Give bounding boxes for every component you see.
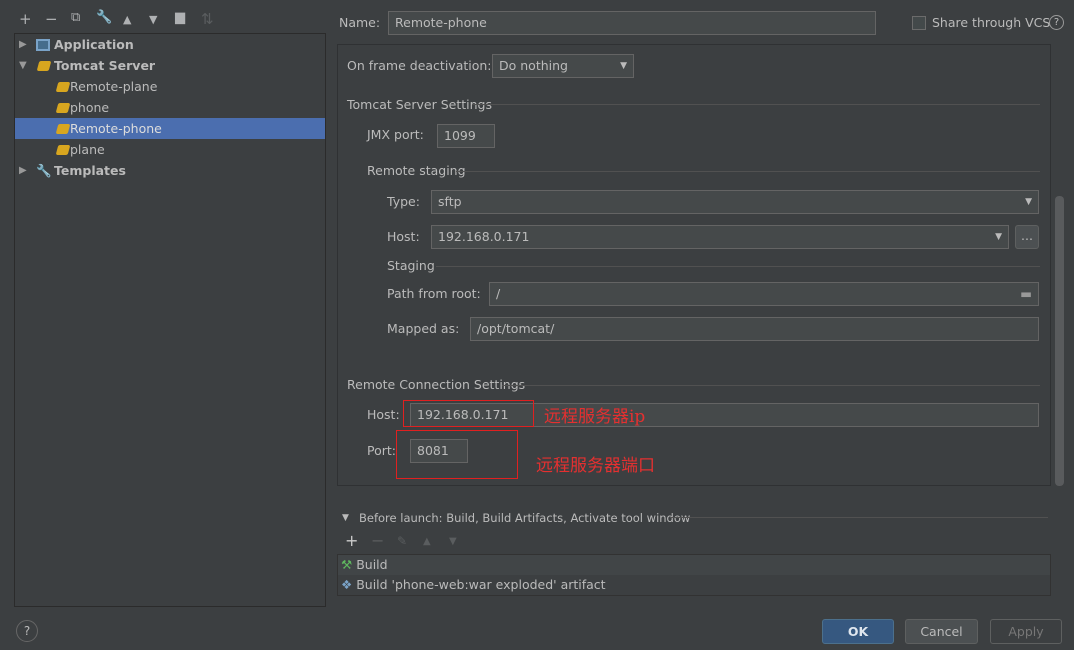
move-up-icon[interactable]: ▲ — [123, 13, 131, 26]
section-title: Remote staging — [367, 163, 466, 178]
cancel-button[interactable]: Cancel — [905, 619, 978, 644]
new-folder-icon[interactable]: ▆ — [175, 10, 185, 25]
section-title: Tomcat Server Settings — [347, 97, 492, 112]
tomcat-icon — [55, 82, 71, 92]
remove-icon[interactable]: − — [45, 10, 58, 28]
path-from-root-label: Path from root: — [387, 286, 481, 301]
edit-icon: ✎ — [397, 534, 408, 548]
section-title: Remote Connection Settings — [347, 377, 526, 392]
tomcat-icon — [36, 61, 52, 71]
chevron-down-icon: ▼ — [995, 232, 1002, 242]
share-vcs-checkbox[interactable] — [912, 16, 926, 30]
name-label: Name: — [339, 15, 381, 30]
add-icon[interactable]: + — [19, 10, 32, 28]
annotation-box-port — [396, 430, 518, 479]
hammer-icon: ⚒ — [341, 557, 353, 572]
tree-item-templates[interactable]: ▶ 🔧 Templates — [15, 160, 325, 181]
chevron-down-icon: ▼ — [620, 61, 627, 71]
divider — [456, 171, 1040, 172]
annotation-host: 远程服务器ip — [544, 407, 646, 427]
remote-port-label: Port: — [367, 443, 396, 458]
jmx-port-input[interactable]: 1099 — [437, 124, 495, 148]
jmx-port-label: JMX port: — [367, 127, 424, 142]
tree-item-tomcat-server[interactable]: ▼ Tomcat Server — [15, 55, 325, 76]
section-title: Staging — [387, 258, 435, 273]
tree-item-remote-phone[interactable]: Remote-phone — [15, 118, 325, 139]
move-down-icon: ▼ — [449, 536, 457, 547]
ok-button[interactable]: OK — [822, 619, 894, 644]
host-browse-button[interactable]: ... — [1015, 225, 1039, 249]
host-select[interactable]: 192.168.0.171 ▼ — [431, 225, 1009, 249]
remove-icon: − — [371, 531, 385, 550]
move-up-icon: ▲ — [423, 536, 431, 547]
remote-host-label: Host: — [367, 407, 400, 422]
share-vcs-label: Share through VCS — [932, 15, 1051, 30]
annotation-port: 远程服务器端口 — [536, 456, 655, 476]
wrench-icon: 🔧 — [36, 163, 52, 178]
frame-deactivation-select[interactable]: Do nothing ▼ — [492, 54, 634, 78]
chevron-down-icon: ▼ — [1025, 197, 1032, 207]
move-down-icon[interactable]: ▼ — [149, 13, 157, 26]
tree-item-remote-plane[interactable]: Remote-plane — [15, 76, 325, 97]
frame-deactivation-label: On frame deactivation: — [347, 58, 492, 73]
type-select[interactable]: sftp ▼ — [431, 190, 1039, 214]
add-icon[interactable]: + — [345, 531, 358, 550]
tomcat-icon — [55, 124, 71, 134]
list-item[interactable]: ⚒ Build — [338, 555, 1050, 575]
apply-button: Apply — [990, 619, 1062, 644]
divider — [502, 385, 1040, 386]
list-item[interactable]: ❖ Build 'phone-web:war exploded' artifac… — [338, 575, 1050, 595]
artifact-icon: ❖ — [341, 577, 353, 592]
divider — [436, 266, 1040, 267]
sort-icon: ⇅ — [201, 10, 214, 28]
divider — [472, 104, 1040, 105]
application-icon — [36, 39, 50, 51]
tomcat-icon — [55, 145, 71, 155]
path-from-root-input[interactable]: / ▬ — [489, 282, 1039, 306]
divider — [670, 517, 1048, 518]
collapse-icon[interactable]: ▼ — [342, 513, 349, 523]
tree-item-plane[interactable]: plane — [15, 139, 325, 160]
mapped-as-label: Mapped as: — [387, 321, 460, 336]
before-launch-list: ⚒ Build ❖ Build 'phone-web:war exploded'… — [337, 554, 1051, 596]
name-input[interactable]: Remote-phone — [388, 11, 876, 35]
host-label: Host: — [387, 229, 420, 244]
annotation-box-host — [403, 400, 534, 427]
configuration-tree[interactable]: ▶ Application ▼ Tomcat Server Remote-plane… — [14, 33, 326, 607]
type-label: Type: — [387, 194, 420, 209]
folder-icon[interactable]: ▬ — [1020, 283, 1032, 305]
tree-item-phone[interactable]: phone — [15, 97, 325, 118]
tomcat-icon — [55, 103, 71, 113]
tree-item-application[interactable]: ▶ Application — [15, 34, 325, 55]
copy-icon[interactable]: ⧉ — [71, 10, 80, 25]
before-launch-title[interactable]: Before launch: Build, Build Artifacts, A… — [359, 509, 690, 527]
mapped-as-input[interactable]: /opt/tomcat/ — [470, 317, 1039, 341]
help-button[interactable]: ? — [16, 620, 38, 642]
help-icon[interactable]: ? — [1049, 15, 1064, 30]
wrench-icon[interactable]: 🔧 — [96, 10, 112, 25]
scrollbar[interactable] — [1055, 196, 1064, 486]
